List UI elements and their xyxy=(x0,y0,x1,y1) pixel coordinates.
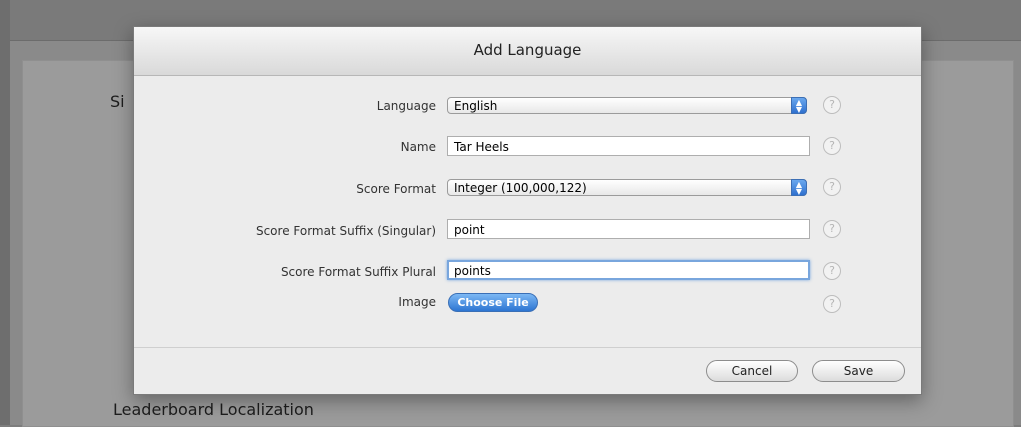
suffix-plural-help-icon[interactable]: ? xyxy=(823,262,841,280)
name-input[interactable]: Tar Heels xyxy=(447,136,810,156)
score-format-help-icon[interactable]: ? xyxy=(823,178,841,196)
language-help-icon[interactable]: ? xyxy=(823,96,841,114)
save-button[interactable]: Save xyxy=(812,360,905,382)
language-select[interactable]: English ▲ ▼ xyxy=(447,97,807,114)
background-section-heading: Leaderboard Localization xyxy=(113,400,314,419)
score-format-select-value: Integer (100,000,122) xyxy=(454,181,587,195)
dialog-title: Add Language xyxy=(473,41,582,59)
choose-file-button[interactable]: Choose File xyxy=(448,293,538,312)
select-arrows-icon: ▲ ▼ xyxy=(791,179,807,196)
suffix-plural-label: Score Format Suffix Plural xyxy=(280,265,436,279)
score-format-label: Score Format xyxy=(356,182,436,196)
image-help-icon[interactable]: ? xyxy=(823,295,841,313)
suffix-singular-help-icon[interactable]: ? xyxy=(823,220,841,238)
suffix-singular-label: Score Format Suffix (Singular) xyxy=(255,224,436,238)
dialog-footer-divider xyxy=(134,347,921,348)
dialog-header: Add Language xyxy=(134,27,921,76)
select-arrows-icon: ▲ ▼ xyxy=(791,97,807,114)
suffix-plural-input[interactable]: points xyxy=(447,260,810,280)
language-select-value: English xyxy=(454,99,498,113)
name-help-icon[interactable]: ? xyxy=(823,137,841,155)
language-label: Language xyxy=(376,99,436,113)
background-partial-text: Si xyxy=(110,92,125,111)
add-language-dialog: Add Language Language English ▲ ▼ ? Name … xyxy=(133,26,922,395)
name-label: Name xyxy=(400,140,436,154)
background-left-strip xyxy=(0,0,10,425)
score-format-select[interactable]: Integer (100,000,122) ▲ ▼ xyxy=(447,179,807,196)
suffix-singular-input[interactable]: point xyxy=(447,219,810,239)
image-label: Image xyxy=(398,295,436,309)
cancel-button[interactable]: Cancel xyxy=(706,360,798,382)
